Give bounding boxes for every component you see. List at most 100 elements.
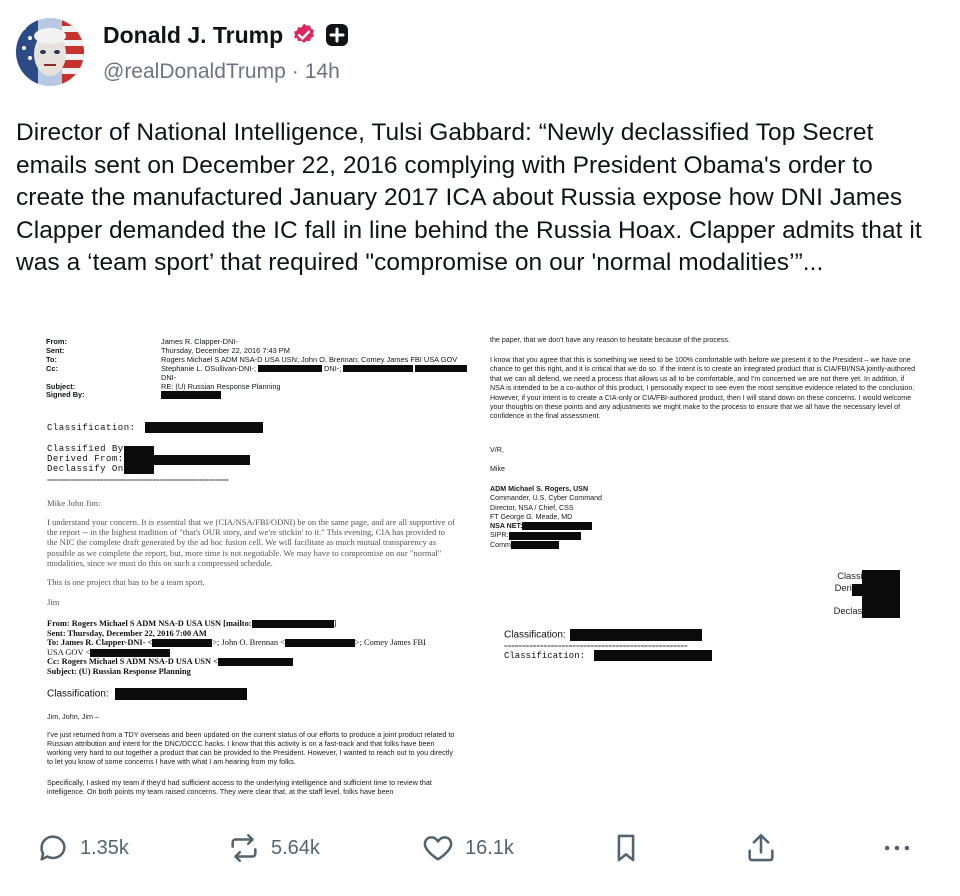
mike-line: Mike <box>490 465 505 473</box>
redaction <box>251 620 334 629</box>
redaction <box>570 629 703 641</box>
classification-row-2: Classification: <box>47 688 248 700</box>
redaction <box>152 639 213 648</box>
separator-line: ========================================… <box>47 477 229 484</box>
sig-line-6: Comm <box>490 540 511 549</box>
sig-line-4: NSA NET: <box>490 522 523 531</box>
sig-name: ADM Michael S. Rogers, USN <box>490 485 589 493</box>
redaction <box>522 522 593 531</box>
repost-button[interactable]: 5.64k <box>227 826 320 870</box>
redaction <box>415 365 468 373</box>
more-icon <box>880 831 914 865</box>
post-time[interactable]: 14h <box>305 60 340 84</box>
redaction <box>852 584 900 596</box>
right-paragraph: I know that you agree that this is somet… <box>490 356 916 421</box>
share-icon <box>744 831 778 865</box>
verified-badge-icon <box>291 22 317 48</box>
fwd-cc: Cc: Rogers Michael S ADM NSA-D USA USN < <box>47 657 218 667</box>
reply-count: 1.35k <box>80 836 129 859</box>
sig-line-2: Director, NSA / Chief, CSS <box>490 503 574 512</box>
classification-right-row: Classification: <box>504 629 703 641</box>
redaction <box>284 639 355 648</box>
redaction <box>161 391 221 400</box>
rogers-body-1: I've just returned from a TDY overseas a… <box>47 730 455 766</box>
greeting: Mike John Jim: <box>47 498 101 508</box>
redaction <box>343 365 414 373</box>
redaction <box>145 422 264 433</box>
redaction <box>508 531 581 540</box>
signature-block: ADM Michael S. Rogers, USN Commander, U.… <box>490 485 602 550</box>
post-image-document[interactable]: From: James R. Clapper-DNI- Sent: Thursday… <box>16 318 944 800</box>
like-button[interactable]: 16.1k <box>421 826 514 870</box>
redaction <box>115 688 248 700</box>
sig-line-5: SIPR: <box>490 531 509 540</box>
reply-button[interactable]: 1.35k <box>36 826 129 870</box>
action-bar: 1.35k 5.64k 16.1k <box>0 826 960 870</box>
separator-dot: · <box>291 60 299 83</box>
separator-line-right: ========================================… <box>504 643 688 650</box>
fwd-to-2: >; John O. Brennan < <box>212 638 285 648</box>
fwd-to-1: To: James R. Clapper-DNI- < <box>47 638 153 648</box>
signed-by-label: Signed By: <box>46 390 85 400</box>
repost-count: 5.64k <box>271 836 320 859</box>
classification-right-row-2: Classification: <box>504 650 713 661</box>
repost-icon <box>227 831 261 865</box>
classification-label-2: Classification: <box>47 688 109 700</box>
redaction <box>152 455 250 465</box>
subject-value: RE: (U) Russian Response Planning <box>161 381 281 391</box>
fwd-to-3: >; Comey James FBI <box>354 638 426 648</box>
author-handle[interactable]: @realDonaldTrump <box>103 60 286 84</box>
right-top-line: the paper, that we don't have any reason… <box>490 336 730 344</box>
avatar-image <box>16 18 84 86</box>
reply-icon <box>36 831 70 865</box>
signoff-jim: Jim <box>47 597 60 607</box>
derived-from-label: Derived From: <box>47 454 124 464</box>
fwd-sent: Sent: Thursday, December 22, 2016 7:00 A… <box>47 628 207 638</box>
document-page-right: the paper, that we don't have any reason… <box>486 318 944 800</box>
greeting-2: Jim, John, Jim – <box>47 712 99 721</box>
plus-badge-icon <box>325 23 349 47</box>
classified-by-block: Classified By: Derived From: Declassify … <box>47 444 130 474</box>
email-header: From: James R. Clapper-DNI- Sent: Thursday… <box>46 337 476 400</box>
classification-right-label: Classification: <box>504 629 566 641</box>
team-sport-line: This is one project that has to be a tea… <box>47 577 205 587</box>
sig-line-3: FT George G. Meade, MD <box>490 512 573 521</box>
redaction <box>124 446 154 474</box>
fwd-to-4: USA GOV < <box>47 647 91 657</box>
clapper-body: I understand your concern. It is essenti… <box>47 517 455 568</box>
redaction <box>257 365 322 373</box>
cc-value-1: Stephanie L. OSullivan-DNI-; <box>161 363 256 373</box>
avatar[interactable] <box>16 18 84 86</box>
rogers-body-2: Specifically, I asked my team if they'd … <box>47 778 432 796</box>
heart-icon <box>421 831 455 865</box>
post-text: Director of National Intelligence, Tulsi… <box>16 119 922 276</box>
share-button[interactable] <box>744 826 778 870</box>
like-count: 16.1k <box>465 836 514 859</box>
document-page-left: From: James R. Clapper-DNI- Sent: Thursday… <box>16 318 478 800</box>
bookmark-icon <box>609 831 643 865</box>
declassify-on-label: Declassify On: <box>47 464 130 474</box>
more-button[interactable] <box>880 826 914 870</box>
redaction <box>594 650 713 661</box>
redaction <box>90 648 171 657</box>
classification-row: Classification: <box>47 422 264 433</box>
bookmark-button[interactable] <box>609 826 643 870</box>
sent-label: Sent: <box>46 345 65 355</box>
author-display-name[interactable]: Donald J. Trump <box>103 22 283 49</box>
post-card: Donald J. Trump @realDonaldTrump · 14h D… <box>0 0 960 896</box>
sig-line-1: Commander, U.S. Cyber Command <box>490 494 602 503</box>
redaction <box>510 540 559 549</box>
to-label: To: <box>46 354 57 364</box>
cc-label: Cc: <box>46 363 58 373</box>
author-name-row: Donald J. Trump <box>103 20 349 50</box>
cc-value-2: DNI-; <box>324 363 342 373</box>
fwd-from-end: ] <box>333 619 337 628</box>
vr-line: V/R, <box>490 446 504 454</box>
classification-label: Classification: <box>47 422 136 433</box>
forwarded-header: From: Rogers Michael S ADM NSA-D USA USN… <box>47 619 467 677</box>
classified-by-label: Classified By: <box>47 444 130 454</box>
classification-right-label-2: Classification: <box>504 650 586 661</box>
fwd-from: From: Rogers Michael S ADM NSA-D USA USN… <box>47 619 252 628</box>
author-handle-row: @realDonaldTrump · 14h <box>103 60 340 84</box>
redaction <box>217 658 293 667</box>
